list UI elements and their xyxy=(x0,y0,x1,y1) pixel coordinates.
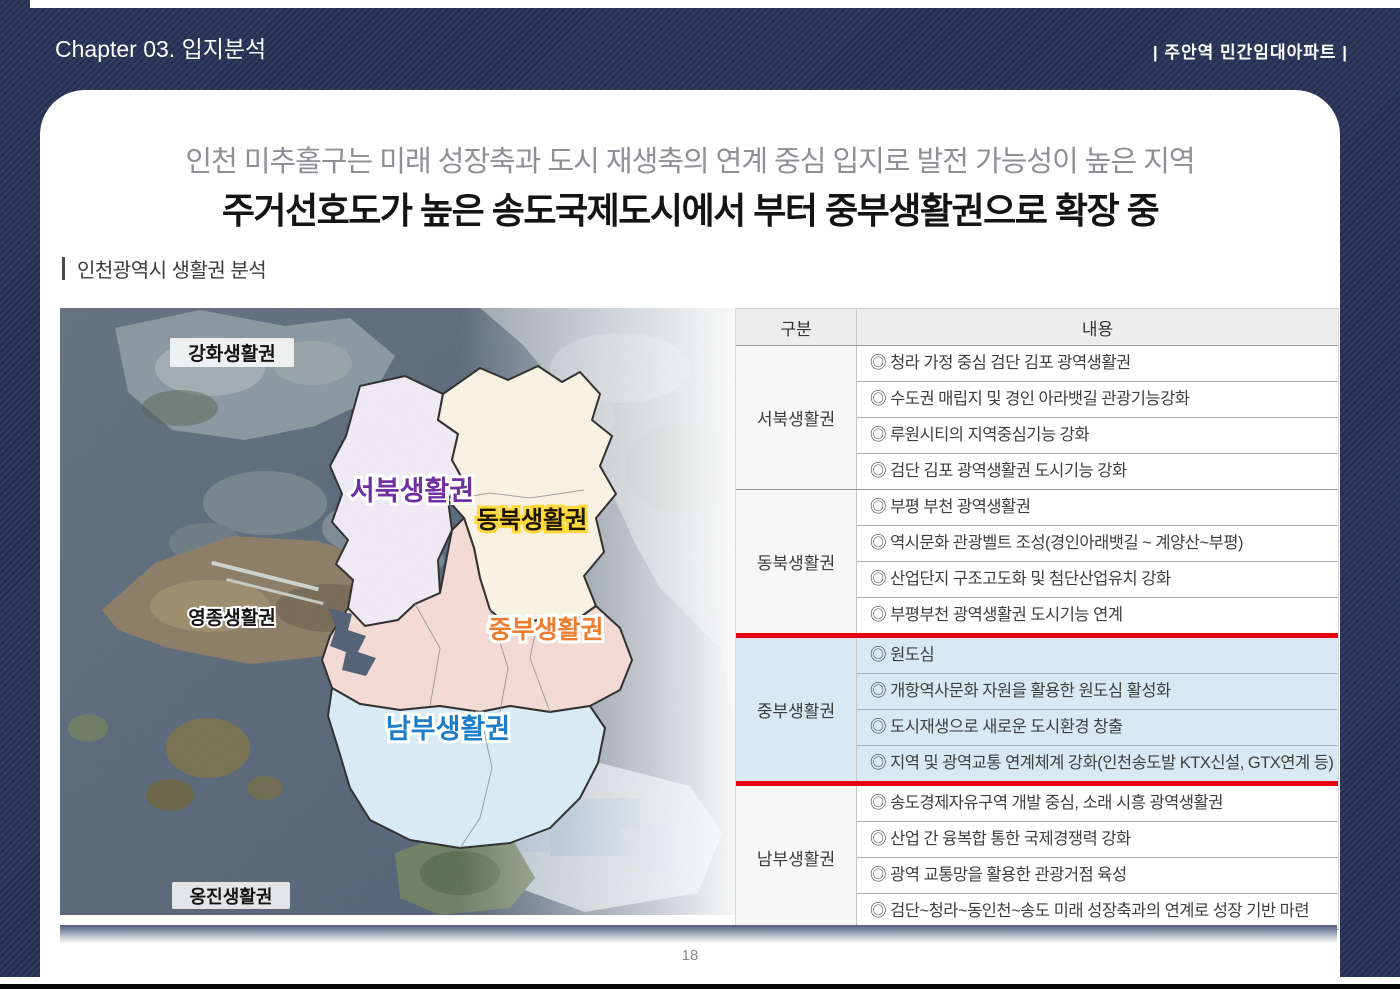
noise-overlay xyxy=(60,308,735,915)
bottom-gradient-bar xyxy=(60,925,1337,944)
content-card: 인천 미추홀구는 미래 성장축과 도시 재생축의 연계 중심 입지로 발전 가능… xyxy=(40,90,1340,985)
group-items: ◎ 부평 부천 광역생활권◎ 역시문화 관광벨트 조성(경인아래뱃길 ~ 계양산… xyxy=(857,490,1338,633)
content-cell: ◎ 루원시티의 지역중심기능 강화 xyxy=(857,417,1338,453)
content-cell: ◎ 지역 및 광역교통 연계체계 강화(인천송도발 KTX신설, GTX연계 등… xyxy=(857,745,1338,781)
content-cell: ◎ 광역 교통망을 활용한 관광거점 육성 xyxy=(857,857,1338,893)
map-label-ongjin: 옹진생활권 xyxy=(190,887,273,907)
table-group: 동북생활권◎ 부평 부천 광역생활권◎ 역시문화 관광벨트 조성(경인아래뱃길 … xyxy=(736,489,1338,633)
document-title: | 주안역 민간임대아파트 | xyxy=(1153,38,1348,63)
group-name-cell: 서북생활권 xyxy=(736,346,857,489)
table-group: 남부생활권◎ 송도경제자유구역 개발 중심, 소래 시흥 광역생활권◎ 산업 간… xyxy=(736,786,1338,929)
content-cell: ◎ 역시문화 관광벨트 조성(경인아래뱃길 ~ 계양산~부평) xyxy=(857,525,1338,561)
group-name-cell: 동북생활권 xyxy=(736,490,857,633)
group-name-cell: 남부생활권 xyxy=(736,786,857,929)
incheon-living-zones-map: 강화생활권 서북생활권 동북생활권 영종생활권 중부생활권 남부생활권 옹진생활… xyxy=(60,308,735,915)
content-cell: ◎ 산업 간 융복합 통한 국제경쟁력 강화 xyxy=(857,821,1338,857)
map-label-yeongjong: 영종생활권 xyxy=(188,607,275,629)
headline-line2: 주거선호도가 높은 송도국제도시에서 부터 중부생활권으로 확장 중 xyxy=(40,182,1340,234)
content-cell: ◎ 도시재생으로 새로운 도시환경 창출 xyxy=(857,709,1338,745)
headline-line1: 인천 미추홀구는 미래 성장축과 도시 재생축의 연계 중심 입지로 발전 가능… xyxy=(40,138,1340,180)
group-items: ◎ 청라 가정 중심 검단 김포 광역생활권◎ 수도권 매립지 및 경인 아라뱃… xyxy=(857,346,1338,489)
slide-page: Chapter 03. 입지분석 | 주안역 민간임대아파트 | 인천 미추홀구… xyxy=(0,0,1400,989)
content-cell: ◎ 부평 부천 광역생활권 xyxy=(857,490,1338,525)
content-cell: ◎ 검단~청라~동인천~송도 미래 성장축과의 연계로 성장 기반 마련 xyxy=(857,893,1338,929)
map-label-nambu: 남부생활권 xyxy=(386,714,510,744)
section-heading-text: 인천광역시 생활권 분석 xyxy=(77,254,266,283)
group-items: ◎ 송도경제자유구역 개발 중심, 소래 시흥 광역생활권◎ 산업 간 융복합 … xyxy=(857,786,1338,929)
content-cell: ◎ 원도심 xyxy=(857,638,1338,673)
map-svg: 강화생활권 서북생활권 동북생활권 영종생활권 중부생활권 남부생활권 옹진생활… xyxy=(60,308,735,915)
map-label-jungbu: 중부생활권 xyxy=(488,616,603,644)
table-header-row: 구분 내용 xyxy=(736,308,1338,346)
content-cell: ◎ 청라 가정 중심 검단 김포 광역생활권 xyxy=(857,346,1338,381)
content-cell: ◎ 부평부천 광역생활권 도시기능 연계 xyxy=(857,597,1338,633)
top-white-edge xyxy=(30,0,1400,8)
group-name-cell: 중부생활권 xyxy=(736,638,857,781)
table-header-category: 구분 xyxy=(736,309,857,345)
section-heading: 인천광역시 생활권 분석 xyxy=(62,254,266,283)
content-cell: ◎ 송도경제자유구역 개발 중심, 소래 시흥 광역생활권 xyxy=(857,786,1338,821)
bottom-black-edge xyxy=(0,984,1400,989)
content-cell: ◎ 검단 김포 광역생활권 도시기능 강화 xyxy=(857,453,1338,489)
table-group: 중부생활권◎ 원도심◎ 개항역사문화 자원을 활용한 원도심 활성화◎ 도시재생… xyxy=(736,633,1338,786)
content-cell: ◎ 수도권 매립지 및 경인 아라뱃길 관광기능강화 xyxy=(857,381,1338,417)
section-heading-bar xyxy=(62,257,65,280)
map-label-ganghwa: 강화생활권 xyxy=(188,343,275,365)
table-group: 서북생활권◎ 청라 가정 중심 검단 김포 광역생활권◎ 수도권 매립지 및 경… xyxy=(736,346,1338,489)
chapter-title: Chapter 03. 입지분석 xyxy=(55,30,266,64)
map-label-seobuk: 서북생활권 xyxy=(350,476,474,506)
group-items: ◎ 원도심◎ 개항역사문화 자원을 활용한 원도심 활성화◎ 도시재생으로 새로… xyxy=(857,638,1338,781)
content-cell: ◎ 개항역사문화 자원을 활용한 원도심 활성화 xyxy=(857,673,1338,709)
bottom-white-edge xyxy=(0,977,1400,984)
map-label-dongbuk: 동북생활권 xyxy=(477,507,587,534)
content-cell: ◎ 산업단지 구조고도화 및 첨단산업유치 강화 xyxy=(857,561,1338,597)
page-number: 18 xyxy=(40,947,1340,964)
table-header-content: 내용 xyxy=(857,309,1338,345)
zones-table: 구분 내용 서북생활권◎ 청라 가정 중심 검단 김포 광역생활권◎ 수도권 매… xyxy=(735,308,1339,930)
zones-table-body: 서북생활권◎ 청라 가정 중심 검단 김포 광역생활권◎ 수도권 매립지 및 경… xyxy=(736,346,1338,929)
